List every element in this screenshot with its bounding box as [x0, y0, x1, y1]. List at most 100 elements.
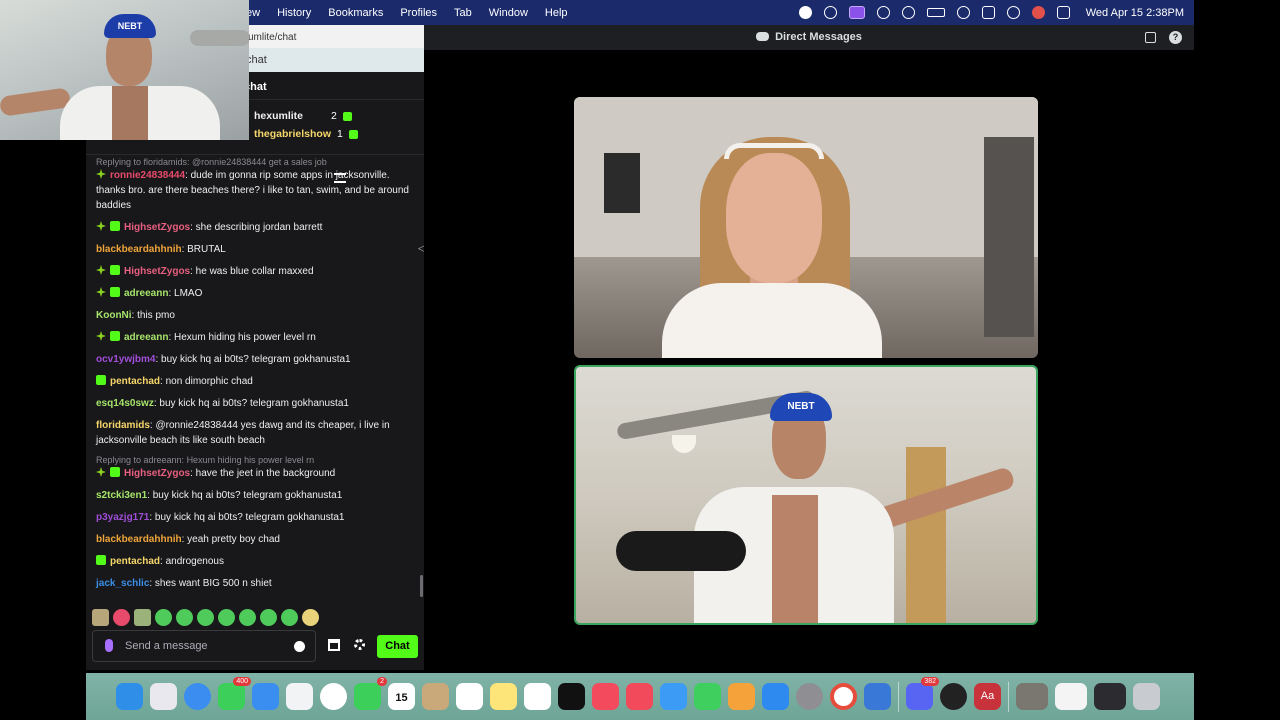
chat-username[interactable]: adreeann [124, 332, 168, 343]
chat-message[interactable]: pentachad: non dimorphic chad [96, 374, 414, 389]
emote-icon[interactable] [92, 609, 109, 626]
maps-icon[interactable] [286, 683, 313, 710]
chat-username[interactable]: HighsetZygos [124, 222, 190, 233]
finder-icon[interactable] [116, 683, 143, 710]
emote-icon[interactable] [260, 609, 277, 626]
store-icon[interactable] [328, 639, 340, 651]
keynote-icon[interactable] [660, 683, 687, 710]
chat-username[interactable]: p3yazjg171 [96, 512, 149, 523]
menu-profiles[interactable]: Profiles [400, 7, 437, 19]
emote-icon[interactable] [281, 609, 298, 626]
music-icon[interactable] [592, 683, 619, 710]
control-center-icon[interactable] [1056, 6, 1070, 19]
mail-icon[interactable] [252, 683, 279, 710]
battery-icon[interactable] [926, 8, 945, 17]
chat-message[interactable]: HighsetZygos: she describing jordan barr… [96, 220, 414, 235]
chat-message[interactable]: adreeann: Hexum hiding his power level r… [96, 330, 414, 345]
chat-message[interactable]: p3yazjg171: buy kick hq ai b0ts? telegra… [96, 510, 414, 525]
chat-username[interactable]: HighsetZygos [124, 266, 190, 277]
emote-icon[interactable] [239, 609, 256, 626]
chat-username[interactable]: blackbeardahhnih [96, 244, 182, 255]
leader-row[interactable]: thegabrielshow 1 [254, 128, 358, 140]
leader-row[interactable]: hexumlite 2 [254, 110, 352, 122]
reminders-icon[interactable] [456, 683, 483, 710]
chat-username[interactable]: ocv1ywjbm4 [96, 354, 155, 365]
wifi-icon[interactable] [956, 6, 970, 19]
simulator-icon[interactable] [864, 683, 891, 710]
emote-icon[interactable] [218, 609, 235, 626]
emote-icon[interactable] [197, 609, 214, 626]
pages-icon[interactable] [728, 683, 755, 710]
menu-window[interactable]: Window [489, 7, 528, 19]
chat-username[interactable]: ronnie24838444 [110, 170, 185, 181]
chat-username[interactable]: pentachad [110, 556, 160, 567]
downloads-stack-icon[interactable] [1094, 683, 1126, 710]
emote-icon[interactable] [176, 609, 193, 626]
obs-icon[interactable] [940, 683, 967, 710]
dictionary-icon[interactable]: Aa [974, 683, 1001, 710]
chat-message[interactable]: s2tcki3en1: buy kick hq ai b0ts? telegra… [96, 488, 414, 503]
notes-icon[interactable] [490, 683, 517, 710]
chat-username[interactable]: esq14s0swz [96, 398, 154, 409]
recent-document-icon[interactable] [1055, 683, 1087, 710]
menu-clock[interactable]: Wed Apr 15 2:38PM [1086, 7, 1184, 19]
chat-username[interactable]: KoonNi [96, 310, 132, 321]
system-settings-icon[interactable] [796, 683, 823, 710]
menu-tab[interactable]: Tab [454, 7, 472, 19]
chat-message[interactable]: jack_schlic: shes want BIG 500 n shiet [96, 576, 414, 591]
chat-message[interactable]: adreeann: LMAO [96, 286, 414, 301]
video-tile-self[interactable]: NEBT [574, 365, 1038, 625]
chat-message[interactable]: blackbeardahhnih: BRUTAL [96, 242, 414, 257]
chat-username[interactable]: blackbeardahhnih [96, 534, 182, 545]
chat-username[interactable]: HighsetZygos [124, 468, 190, 479]
inbox-icon[interactable] [1145, 32, 1156, 43]
gear-icon[interactable] [354, 639, 365, 650]
chat-message[interactable]: HighsetZygos: have the jeet in the backg… [96, 466, 414, 481]
chat-scrollbar[interactable] [420, 575, 423, 597]
freeform-icon[interactable] [524, 683, 551, 710]
reply-context[interactable]: Replying to floridamids: @ronnie24838444… [96, 157, 414, 167]
news-icon[interactable] [626, 683, 653, 710]
numbers-icon[interactable] [694, 683, 721, 710]
safari-icon[interactable] [184, 683, 211, 710]
photos-icon[interactable] [320, 683, 347, 710]
chat-message[interactable]: floridamids: @ronnie24838444 yes dawg an… [96, 418, 414, 448]
discord-app-icon[interactable]: 382 [906, 677, 939, 710]
microphone-icon[interactable] [105, 639, 113, 652]
facetime-icon[interactable]: 2 [354, 677, 387, 710]
menu-history[interactable]: History [277, 7, 311, 19]
chrome-icon[interactable] [830, 683, 857, 710]
play-icon[interactable] [876, 6, 890, 19]
search-icon[interactable] [1006, 6, 1020, 19]
apple-tv-icon[interactable] [558, 683, 585, 710]
emote-icon[interactable] [113, 609, 130, 626]
menu-help[interactable]: Help [545, 7, 568, 19]
chat-message[interactable]: blackbeardahhnih: yeah pretty boy chad [96, 532, 414, 547]
chat-username[interactable]: adreeann [124, 288, 168, 299]
reply-context[interactable]: Replying to adreeann: Hexum hiding his p… [96, 455, 414, 465]
emoji-icon[interactable] [294, 641, 305, 652]
siri-icon[interactable] [1031, 6, 1045, 19]
chat-message[interactable]: HighsetZygos: he was blue collar maxxed [96, 264, 414, 279]
chat-username[interactable]: jack_schlic [96, 578, 149, 589]
chat-send-button[interactable]: Chat [377, 635, 418, 658]
status-app-icon[interactable] [798, 6, 812, 19]
menu-bookmarks[interactable]: Bookmarks [328, 7, 383, 19]
trash-icon[interactable] [1133, 683, 1160, 710]
emote-icon[interactable] [302, 609, 319, 626]
screen-record-icon[interactable] [848, 6, 865, 19]
status-sync-icon[interactable] [823, 6, 837, 19]
chat-message[interactable]: ocv1ywjbm4: buy kick hq ai b0ts? telegra… [96, 352, 414, 367]
messages-icon[interactable]: 400 [218, 677, 251, 710]
recent-file-icon[interactable] [1016, 683, 1048, 710]
video-tile-remote[interactable] [574, 97, 1038, 358]
chat-message[interactable]: KoonNi: this pmo [96, 308, 414, 323]
app-store-icon[interactable] [762, 683, 789, 710]
chat-username[interactable]: floridamids [96, 420, 150, 431]
launchpad-icon[interactable] [150, 683, 177, 710]
moon-icon[interactable] [901, 6, 915, 19]
chat-message[interactable]: pentachad: androgenous [96, 554, 414, 569]
emote-icon[interactable] [155, 609, 172, 626]
emote-icon[interactable] [134, 609, 151, 626]
calendar-icon[interactable]: 15 [388, 683, 415, 710]
